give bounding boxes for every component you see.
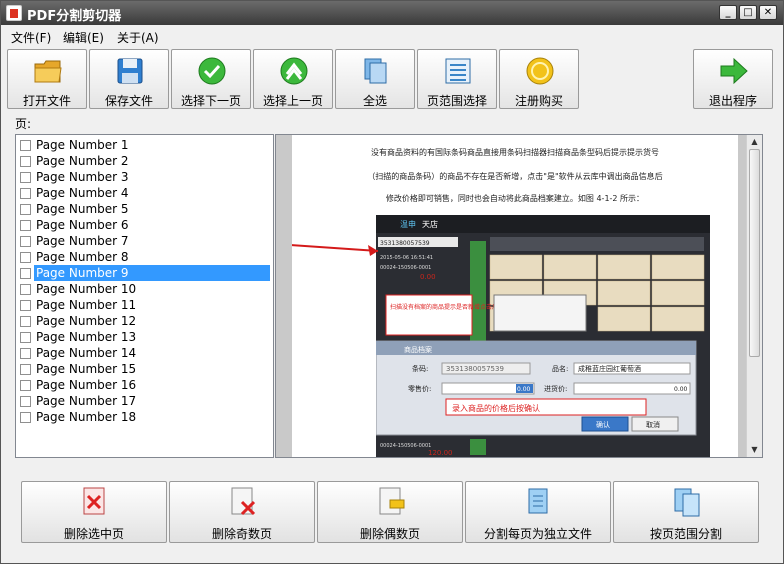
delete-even-pages-label: 删除偶数页: [359, 527, 420, 541]
folder-icon: [34, 60, 62, 83]
scroll-up-icon[interactable]: ▲: [749, 136, 760, 147]
select-prev-page-label: 选择上一页: [262, 94, 323, 108]
range-split-icon: [674, 488, 700, 517]
delete-even-pages-button[interactable]: 删除偶数页: [317, 481, 463, 543]
split-each-page-label: 分割每页为独立文件: [483, 527, 592, 541]
menu-file[interactable]: 文件(F): [11, 29, 51, 46]
list-item[interactable]: Page Number 12: [18, 313, 272, 329]
page-list[interactable]: Page Number 1 Page Number 2 Page Number …: [15, 134, 274, 458]
split-each-page-button[interactable]: 分割每页为独立文件: [465, 481, 611, 543]
select-next-page-button[interactable]: 选择下一页: [171, 49, 251, 109]
checkbox[interactable]: [20, 188, 31, 199]
split-icon: [528, 488, 548, 514]
checkbox[interactable]: [20, 284, 31, 295]
minimize-button[interactable]: _: [719, 5, 737, 20]
pages-icon: [364, 58, 387, 84]
register-button[interactable]: 注册购买: [499, 49, 579, 109]
checkbox[interactable]: [20, 204, 31, 215]
select-prev-page-button[interactable]: 选择上一页: [253, 49, 333, 109]
delete-selected-page-label: 删除选中页: [63, 527, 124, 541]
page-range-select-label: 页范围选择: [426, 94, 487, 108]
checkbox[interactable]: [20, 220, 31, 231]
delete-page-icon: [83, 487, 105, 515]
menu-bar: 文件(F) 编辑(E) 关于(A): [1, 25, 783, 47]
list-item[interactable]: Page Number 17: [18, 393, 272, 409]
list-item[interactable]: Page Number 8: [18, 249, 272, 265]
list-item[interactable]: Page Number 4: [18, 185, 272, 201]
list-item[interactable]: Page Number 13: [18, 329, 272, 345]
exit-button[interactable]: 退出程序: [693, 49, 773, 109]
list-item[interactable]: Page Number 3: [18, 169, 272, 185]
title-bar: PDF分割剪切器 _ □ ✕: [1, 1, 783, 25]
save-file-button[interactable]: 保存文件: [89, 49, 169, 109]
list-item[interactable]: Page Number 16: [18, 377, 272, 393]
checkbox[interactable]: [20, 380, 31, 391]
page-preview[interactable]: 没有商品资料的有国际条码商品直接用条码扫描器扫描商品条型码后提示提示货号 （扫描…: [275, 134, 763, 458]
select-all-label: 全选: [362, 94, 387, 108]
checkbox[interactable]: [20, 300, 31, 311]
open-file-button[interactable]: 打开文件: [7, 49, 87, 109]
exit-arrow-icon: [720, 57, 748, 85]
list-item[interactable]: Page Number 11: [18, 297, 272, 313]
list-item-selected[interactable]: Page Number 9: [18, 265, 272, 281]
list-item[interactable]: Page Number 18: [18, 409, 272, 425]
delete-odd-icon: [231, 487, 256, 516]
open-file-label: 打开文件: [22, 94, 71, 108]
list-item[interactable]: Page Number 7: [18, 233, 272, 249]
window-title: PDF分割剪切器: [27, 9, 122, 24]
select-all-button[interactable]: 全选: [335, 49, 415, 109]
red-arrow-annotation: [292, 244, 379, 256]
toolbar: 打开文件 保存文件 选择下一页 选择上一页 全选 页范围选择 注册购买 退出程序: [1, 47, 783, 111]
checkbox[interactable]: [20, 412, 31, 423]
checkbox[interactable]: [20, 252, 31, 263]
preview-scrollbar[interactable]: ▲ ▼: [746, 135, 762, 457]
register-label: 注册购买: [514, 94, 563, 108]
select-next-page-label: 选择下一页: [180, 94, 241, 108]
checkbox[interactable]: [20, 268, 31, 279]
check-down-icon: [198, 57, 226, 85]
coin-icon: [526, 57, 554, 85]
split-by-range-label: 按页范围分割: [649, 527, 722, 541]
checkbox[interactable]: [20, 348, 31, 359]
checkbox[interactable]: [20, 156, 31, 167]
list-item[interactable]: Page Number 15: [18, 361, 272, 377]
menu-edit[interactable]: 编辑(E): [63, 29, 104, 46]
checkbox[interactable]: [20, 172, 31, 183]
split-by-range-button[interactable]: 按页范围分割: [613, 481, 759, 543]
maximize-button[interactable]: □: [739, 5, 757, 20]
list-item[interactable]: Page Number 2: [18, 153, 272, 169]
pages-label: 页:: [15, 117, 32, 131]
delete-selected-page-button[interactable]: 删除选中页: [21, 481, 167, 543]
checkbox[interactable]: [20, 236, 31, 247]
menu-about[interactable]: 关于(A): [117, 29, 159, 46]
exit-label: 退出程序: [708, 94, 757, 108]
list-item[interactable]: Page Number 5: [18, 201, 272, 217]
floppy-icon: [117, 58, 143, 84]
delete-even-icon: [379, 487, 405, 515]
up-arrow-icon: [280, 57, 308, 85]
checkbox[interactable]: [20, 140, 31, 151]
range-icon: [445, 58, 471, 84]
app-window: PDF分割剪切器 _ □ ✕ 文件(F) 编辑(E) 关于(A) 打开文件 保存…: [0, 0, 784, 564]
scroll-thumb[interactable]: [749, 149, 760, 357]
list-item[interactable]: Page Number 6: [18, 217, 272, 233]
checkbox[interactable]: [20, 364, 31, 375]
delete-odd-pages-label: 删除奇数页: [211, 527, 272, 541]
list-item[interactable]: Page Number 14: [18, 345, 272, 361]
list-item[interactable]: Page Number 1: [18, 137, 272, 153]
preview-page: 没有商品资料的有国际条码商品直接用条码扫描器扫描商品条型码后提示提示货号 （扫描…: [292, 135, 738, 457]
checkbox[interactable]: [20, 316, 31, 327]
save-file-label: 保存文件: [104, 94, 153, 108]
checkbox[interactable]: [20, 332, 31, 343]
app-icon: [6, 5, 22, 21]
scroll-down-icon[interactable]: ▼: [749, 444, 760, 455]
close-button[interactable]: ✕: [759, 5, 777, 20]
delete-odd-pages-button[interactable]: 删除奇数页: [169, 481, 315, 543]
checkbox[interactable]: [20, 396, 31, 407]
list-item[interactable]: Page Number 10: [18, 281, 272, 297]
page-range-select-button[interactable]: 页范围选择: [417, 49, 497, 109]
